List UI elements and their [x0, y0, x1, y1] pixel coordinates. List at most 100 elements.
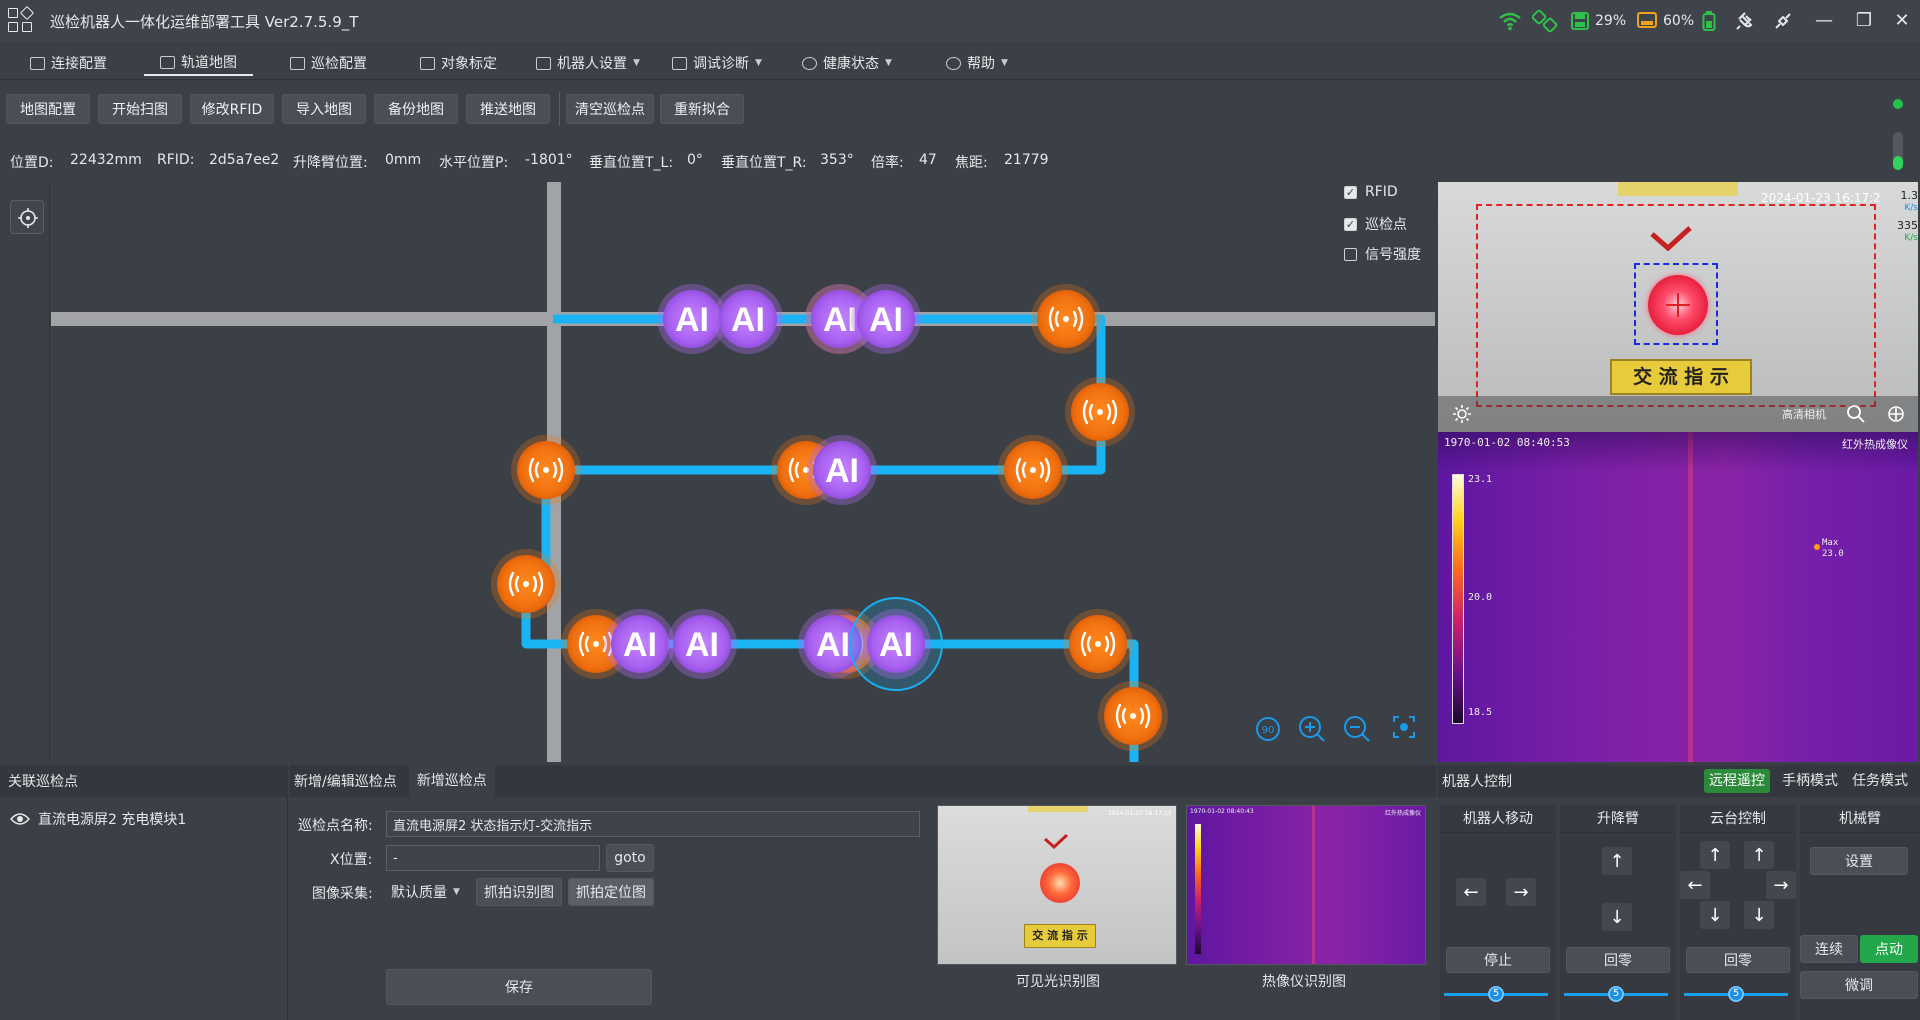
tilt-up-left-button[interactable]: ↑: [1700, 841, 1730, 869]
rfid-marker[interactable]: [1031, 284, 1101, 354]
start-scan-button[interactable]: 开始扫图: [98, 94, 182, 124]
remote-mode-button[interactable]: 远程遥控: [1704, 769, 1770, 793]
ptz-zero-button[interactable]: 回零: [1686, 947, 1790, 973]
eye-icon[interactable]: [10, 812, 30, 826]
track-canvas: AI AI AI AIAIAI AI AI AI 90: [51, 182, 1435, 762]
refit-button[interactable]: 重新拟合: [660, 94, 744, 124]
vpos-r-value: 353°: [820, 152, 854, 168]
rfid-marker[interactable]: [998, 435, 1068, 505]
debug-icon: [672, 56, 687, 70]
svg-text:AI: AI: [816, 626, 850, 664]
menu-object-calibration[interactable]: 对象标定: [420, 50, 497, 76]
clear-points-button[interactable]: 清空巡检点: [566, 94, 654, 124]
lift-up-button[interactable]: ↑: [1602, 847, 1632, 875]
tilt-up-right-button[interactable]: ↑: [1744, 841, 1774, 869]
lift-speed-knob[interactable]: 5: [1608, 986, 1624, 1002]
ptz-speed-slider[interactable]: 5: [1684, 986, 1788, 1002]
ai-patrol-point[interactable]: AI: [713, 284, 783, 354]
position-d-label: 位置D:: [10, 155, 54, 171]
task-mode-button[interactable]: 任务模式: [1848, 769, 1912, 793]
brightness-icon[interactable]: [1452, 404, 1472, 424]
checkbox-checked-icon: ✓: [1344, 217, 1357, 231]
fit-view-icon[interactable]: [1393, 716, 1415, 738]
save-button[interactable]: 保存: [386, 969, 652, 1005]
ptz-speed-knob[interactable]: 5: [1728, 986, 1744, 1002]
rfid-marker[interactable]: [1063, 609, 1133, 679]
menu-patrol-config[interactable]: 巡检配置: [290, 50, 367, 76]
lift-speed-slider[interactable]: 5: [1564, 986, 1668, 1002]
quality-select[interactable]: 默认质量 ▼: [386, 878, 470, 906]
move-speed-slider[interactable]: 5: [1444, 986, 1548, 1002]
ai-patrol-point[interactable]: AI: [605, 609, 675, 679]
help-icon: [946, 56, 961, 70]
zoom-label: 倍率:: [871, 155, 904, 171]
import-map-button[interactable]: 导入地图: [282, 94, 366, 124]
move-right-button[interactable]: →: [1506, 878, 1536, 906]
search-icon[interactable]: [1846, 404, 1866, 424]
pan-right-button[interactable]: →: [1766, 871, 1796, 899]
menu-robot-settings[interactable]: 机器人设置 ▼: [536, 50, 640, 76]
visible-recognition-thumbnail[interactable]: 2024-01-23 16:17:11 交 流 指 示: [937, 805, 1177, 965]
rfid-value: 2d5a7ee2: [209, 152, 280, 168]
minimize-icon[interactable]: —: [1812, 9, 1836, 33]
restore-icon[interactable]: ❐: [1852, 9, 1876, 33]
tilt-down-right-button[interactable]: ↓: [1744, 901, 1774, 929]
svg-text:AI: AI: [623, 626, 657, 664]
snap-recognition-button[interactable]: 抓拍识别图: [476, 878, 562, 906]
backup-map-button[interactable]: 备份地图: [374, 94, 458, 124]
goto-button[interactable]: goto: [606, 844, 654, 872]
ir-title: 红外热成像仪: [1842, 438, 1908, 451]
target-icon[interactable]: [1886, 404, 1906, 424]
menu-debug[interactable]: 调试诊断 ▼: [672, 50, 762, 76]
svg-text:AI: AI: [731, 301, 765, 339]
disconnect-icon[interactable]: [1772, 0, 1794, 42]
thermal-recognition-thumbnail[interactable]: 1970-01-02 08:40:43 红外热成像仪: [1186, 805, 1426, 965]
x-position-field[interactable]: -: [386, 845, 600, 871]
tab-edit-point[interactable]: 新增/编辑巡检点: [290, 771, 401, 791]
fine-tune-button[interactable]: 微调: [1800, 971, 1918, 999]
zoom-in-icon[interactable]: [1299, 716, 1325, 742]
ai-patrol-point[interactable]: AI: [849, 597, 943, 691]
arm-settings-button[interactable]: 设置: [1810, 847, 1908, 875]
rfid-marker[interactable]: [1098, 681, 1168, 751]
continuous-button[interactable]: 连续: [1800, 935, 1858, 963]
move-speed-knob[interactable]: 5: [1488, 986, 1504, 1002]
menu-help[interactable]: 帮助 ▼: [946, 50, 1008, 76]
ai-patrol-point[interactable]: AI: [667, 609, 737, 679]
list-item[interactable]: 直流电源屏2 充电模块1: [10, 809, 186, 829]
stop-button[interactable]: 停止: [1446, 947, 1550, 973]
tilt-down-left-button[interactable]: ↓: [1700, 901, 1730, 929]
visible-camera-view[interactable]: 交 流 指 示 2024-01-23 16:17:2 1.3 K/s 335 K…: [1438, 182, 1918, 432]
ir-timestamp: 1970-01-02 08:40:53: [1444, 436, 1570, 449]
ai-patrol-point[interactable]: AI: [807, 435, 877, 505]
rfid-checkbox[interactable]: ✓ RFID: [1344, 184, 1398, 200]
ptz-panel: 云台控制 ↑ ↑ ← → ↓ ↓ 回零 5: [1680, 805, 1796, 1020]
jog-button[interactable]: 点动: [1860, 935, 1918, 963]
point-name-field[interactable]: 直流电源屏2 状态指示灯-交流指示: [386, 811, 920, 837]
thermal-camera-view[interactable]: 1970-01-02 08:40:53 红外热成像仪 23.1 20.0 18.…: [1438, 432, 1918, 762]
joystick-mode-button[interactable]: 手柄模式: [1778, 769, 1842, 793]
pan-left-button[interactable]: ←: [1680, 871, 1710, 899]
close-icon[interactable]: ✕: [1890, 9, 1914, 33]
tab-new-point[interactable]: 新增巡检点: [408, 765, 495, 797]
rfid-marker[interactable]: [511, 435, 581, 505]
signal-strength-checkbox[interactable]: 信号强度: [1344, 244, 1421, 264]
zoom-out-icon[interactable]: [1344, 716, 1370, 742]
snap-locate-button[interactable]: 抓拍定位图: [568, 878, 654, 906]
rfid-marker[interactable]: [1065, 377, 1135, 447]
ai-patrol-point[interactable]: AI: [851, 284, 921, 354]
patrol-icon: [290, 56, 305, 70]
lift-down-button[interactable]: ↓: [1602, 903, 1632, 931]
rotate-90-icon[interactable]: 90: [1256, 717, 1280, 741]
track-map[interactable]: AI AI AI AI AI AI AI AI AI 90 ✓ RFID ✓ 巡检点 信号强度: [0, 182, 1436, 762]
push-map-button[interactable]: 推送地图: [466, 94, 550, 124]
menu-track-map[interactable]: 轨道地图: [144, 50, 253, 76]
map-config-button[interactable]: 地图配置: [6, 94, 90, 124]
edit-rfid-button[interactable]: 修改RFID: [190, 94, 274, 124]
rfid-marker[interactable]: [491, 549, 561, 619]
patrol-point-checkbox[interactable]: ✓ 巡检点: [1344, 214, 1407, 234]
lift-zero-button[interactable]: 回零: [1566, 947, 1670, 973]
menu-connection[interactable]: 连接配置: [30, 50, 107, 76]
move-left-button[interactable]: ←: [1456, 878, 1486, 906]
menu-health[interactable]: 健康状态 ▼: [802, 50, 892, 76]
